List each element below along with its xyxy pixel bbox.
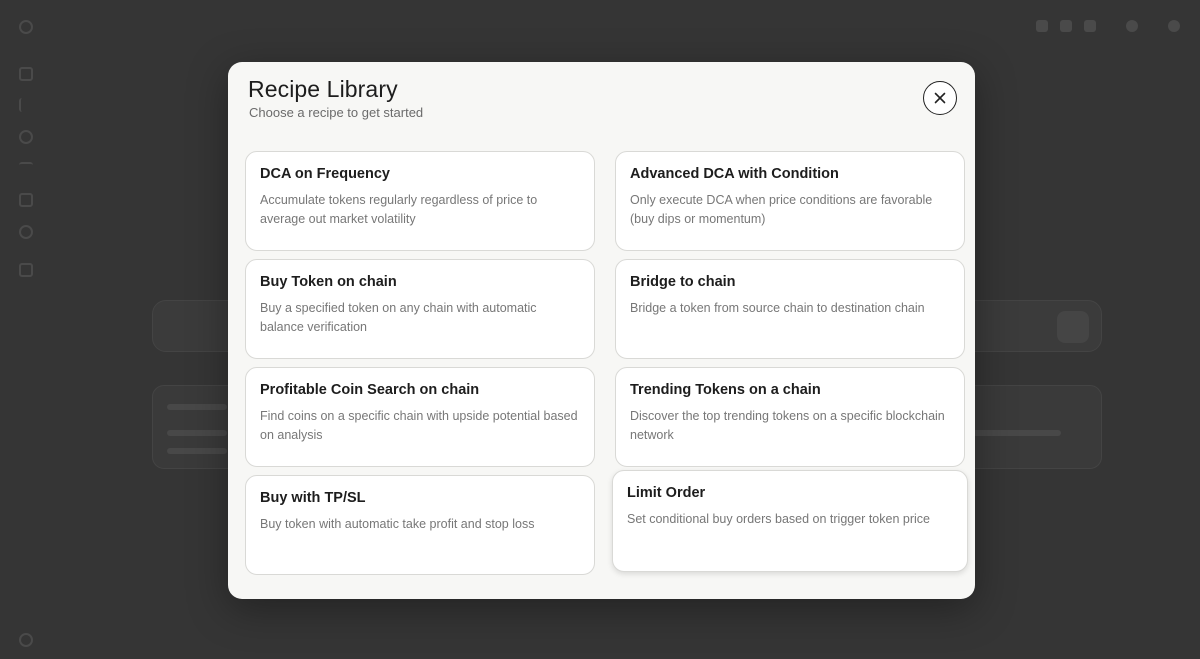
recipe-title: Profitable Coin Search on chain	[260, 382, 480, 398]
sidebar-globe-icon	[19, 225, 33, 239]
recipe-description: Find coins on a specific chain with upsi…	[260, 409, 578, 442]
recipe-title: Bridge to chain	[630, 274, 736, 290]
sidebar-library-icon	[19, 263, 33, 277]
sidebar-home-icon	[19, 67, 33, 81]
recipe-card-advanced-dca[interactable]: Advanced DCA with Condition Only execute…	[615, 151, 965, 251]
sidebar-chat-icon	[19, 193, 33, 207]
top-icon	[1036, 20, 1048, 32]
recipe-card-bridge[interactable]: Bridge to chain Bridge a token from sour…	[615, 259, 965, 359]
close-button[interactable]	[923, 81, 957, 115]
recipe-title: Advanced DCA with Condition	[630, 166, 839, 182]
logo-icon	[19, 20, 33, 34]
recipe-title: Trending Tokens on a chain	[630, 382, 821, 398]
recipe-title: Limit Order	[627, 485, 706, 501]
recipe-description: Buy token with automatic take profit and…	[260, 517, 535, 531]
recipe-title: DCA on Frequency	[260, 166, 390, 182]
top-icon	[1084, 20, 1096, 32]
sidebar-edit-icon	[19, 98, 33, 112]
recipe-card-profitable-coin-search[interactable]: Profitable Coin Search on chain Find coi…	[245, 367, 595, 467]
recipe-description: Bridge a token from source chain to dest…	[630, 301, 925, 315]
recipe-description: Only execute DCA when price conditions a…	[630, 193, 933, 226]
sidebar-history-icon	[19, 130, 33, 144]
recipe-title: Buy with TP/SL	[260, 490, 366, 506]
close-icon	[934, 92, 946, 104]
modal-subtitle: Choose a recipe to get started	[249, 105, 424, 120]
top-icon	[1060, 20, 1072, 32]
recipe-card-trending-tokens[interactable]: Trending Tokens on a chain Discover the …	[615, 367, 965, 467]
recipe-description: Accumulate tokens regularly regardless o…	[260, 193, 538, 226]
sidebar-minus-icon	[19, 162, 33, 176]
recipe-card-dca-on-frequency[interactable]: DCA on Frequency Accumulate tokens regul…	[245, 151, 595, 251]
recipe-description: Buy a specified token on any chain with …	[260, 301, 537, 334]
top-bar-icons	[1036, 20, 1180, 32]
recipe-title: Buy Token on chain	[260, 274, 397, 290]
recipe-description: Discover the top trending tokens on a sp…	[630, 409, 945, 442]
recipe-card-buy-tp-sl[interactable]: Buy with TP/SL Buy token with automatic …	[245, 475, 595, 575]
top-icon	[1126, 20, 1138, 32]
recipe-description: Set conditional buy orders based on trig…	[627, 512, 930, 526]
background-send-icon	[1057, 311, 1089, 343]
recipe-card-buy-token[interactable]: Buy Token on chain Buy a specified token…	[245, 259, 595, 359]
modal-title: Recipe Library	[248, 76, 398, 102]
recipe-card-limit-order[interactable]: Limit Order Set conditional buy orders b…	[612, 470, 968, 572]
recipe-library-modal: Recipe Library Choose a recipe to get st…	[228, 62, 975, 599]
sidebar-settings-icon	[19, 633, 33, 647]
avatar-icon	[1168, 20, 1180, 32]
